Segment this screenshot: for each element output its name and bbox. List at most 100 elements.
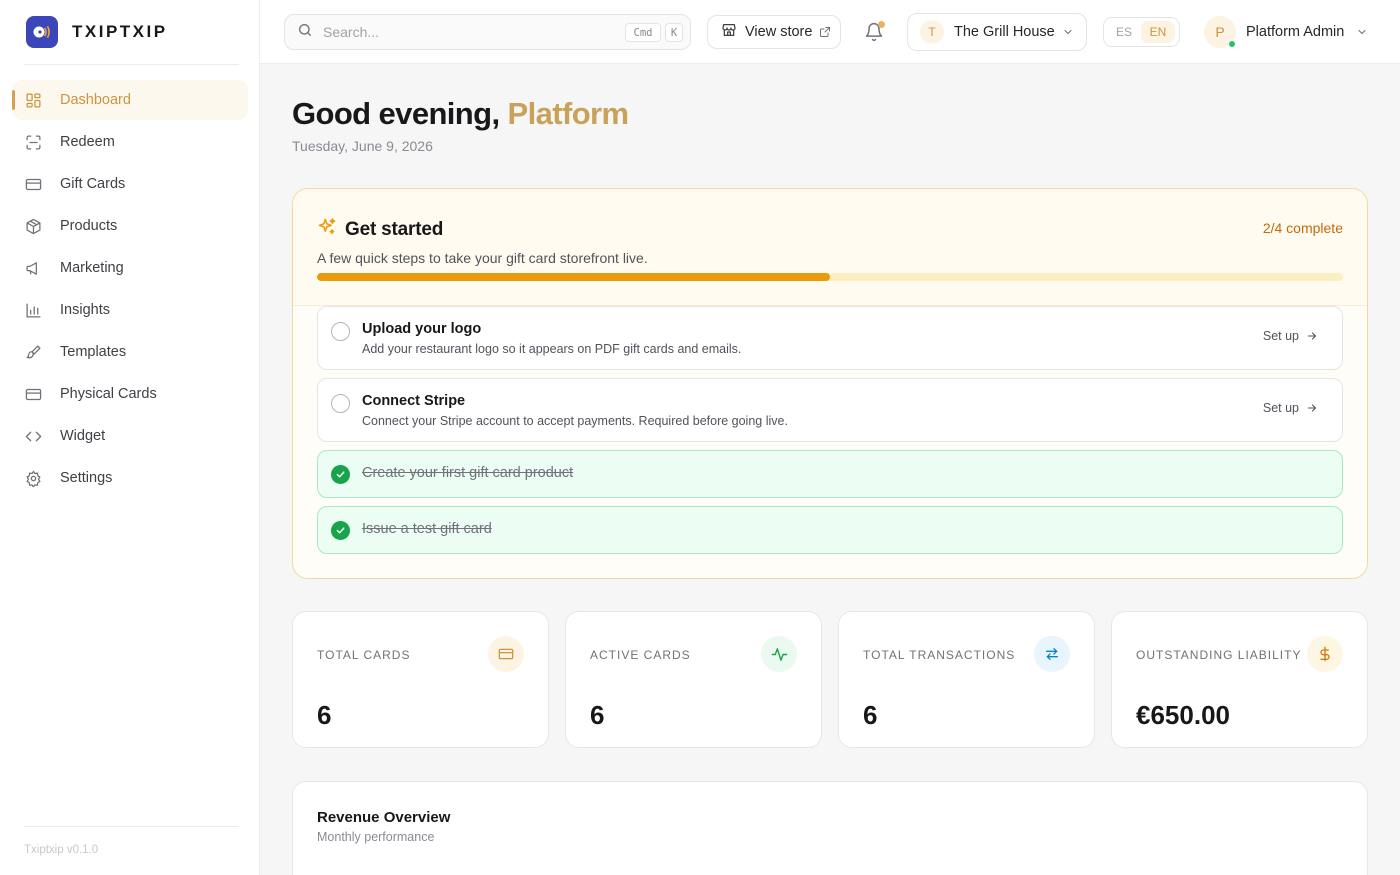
get-started-subtitle: A few quick steps to take your gift card… [317,250,648,266]
sidebar-item-label: Redeem [60,134,115,150]
greeting-prefix: Good evening, [292,96,500,131]
paintbrush-icon [24,343,42,361]
sidebar-item-label: Products [60,218,118,234]
notification-dot [878,21,885,28]
step-create-product: Create your first gift card product [317,450,1343,498]
search-input[interactable] [323,24,613,40]
language-switcher: ES EN [1103,17,1180,47]
avatar-initial: P [1215,24,1225,40]
dollar-icon [1307,636,1343,672]
sidebar-item-products[interactable]: Products [12,206,248,246]
online-status-dot [1228,40,1236,48]
get-started-card: Get started 2/4 complete A few quick ste… [292,188,1368,579]
stat-card-total-cards: TOTAL CARDS 6 [292,611,549,748]
sidebar-item-insights[interactable]: Insights [12,290,248,330]
progress-status: 2/4 complete [1262,220,1343,236]
search-box[interactable]: Cmd K [284,14,691,50]
sidebar-item-gift-cards[interactable]: Gift Cards [12,164,248,204]
greeting-name: Platform [507,96,630,131]
sidebar-item-label: Marketing [60,260,124,276]
brand[interactable]: TXIPTXIP [26,16,168,48]
user-menu[interactable]: P Platform Admin [1204,16,1368,48]
stat-value: 6 [863,700,878,730]
sidebar-item-physical-cards[interactable]: Physical Cards [12,374,248,414]
revenue-title: Revenue Overview [317,809,451,826]
language-option-es[interactable]: ES [1107,21,1141,43]
shortcut-key-k: K [665,23,683,42]
step-title: Issue a test gift card [362,521,492,537]
package-icon [24,217,42,235]
sidebar: TXIPTXIP Dashboard Redeem Gift Cards Pro… [0,0,260,875]
setup-label: Set up [1262,329,1299,343]
stat-label: TOTAL TRANSACTIONS [863,648,1016,662]
get-started-title: Get started [317,217,443,242]
sidebar-item-label: Physical Cards [60,386,157,402]
step-issue-test-card: Issue a test gift card [317,506,1343,554]
sidebar-item-templates[interactable]: Templates [12,332,248,372]
sidebar-item-label: Widget [60,428,106,444]
venue-avatar: T [920,20,944,44]
setup-link[interactable]: Set up [1263,329,1318,343]
step-description: Connect your Stripe account to accept pa… [362,414,788,428]
step-connect-stripe[interactable]: Connect Stripe Connect your Stripe accou… [317,378,1343,442]
step-title: Create your first gift card product [362,465,574,481]
progress-bar [317,273,1343,281]
view-store-label: View store [745,24,813,40]
external-link-icon [819,26,831,38]
progress-bar-fill [317,273,830,281]
stat-label: OUTSTANDING LIABILITY [1136,648,1302,662]
avatar: P [1204,16,1236,48]
stat-card-total-transactions: TOTAL TRANSACTIONS 6 [838,611,1095,748]
stat-value: 6 [317,700,332,730]
check-circle-icon [331,465,350,484]
chevron-down-icon [1356,26,1368,38]
activity-icon [761,636,797,672]
stat-value: 6 [590,700,605,730]
divider [24,64,239,65]
code-icon [24,427,42,445]
revenue-subtitle: Monthly performance [317,830,435,844]
sidebar-item-widget[interactable]: Widget [12,416,248,456]
venue-name: The Grill House [954,24,1055,40]
step-upload-logo[interactable]: Upload your logo Add your restaurant log… [317,306,1343,370]
arrows-swap-icon [1034,636,1070,672]
language-option-en[interactable]: EN [1141,21,1175,43]
dashboard-icon [24,91,42,109]
sidebar-item-label: Settings [60,470,113,486]
divider [24,826,239,827]
sidebar-item-marketing[interactable]: Marketing [12,248,248,288]
unchecked-circle-icon [331,394,350,413]
page-title: Good evening, Platform [292,96,630,132]
gear-icon [24,469,42,487]
view-store-button[interactable]: View store [707,15,841,49]
app-version: Txiptxip v0.1.0 [24,844,99,856]
step-title: Upload your logo [362,321,482,337]
get-started-heading: Get started [345,218,444,240]
arrow-right-icon [1306,330,1318,342]
chevron-down-icon [1062,26,1074,42]
sidebar-item-label: Dashboard [60,92,131,108]
brand-name: TXIPTXIP [72,22,168,41]
get-started-header: Get started 2/4 complete A few quick ste… [293,189,1367,306]
megaphone-icon [24,259,42,277]
sidebar-item-label: Gift Cards [60,176,126,192]
current-date: Tuesday, June 9, 2026 [292,138,433,154]
notifications-button[interactable] [863,20,887,44]
setup-link[interactable]: Set up [1263,401,1318,415]
stat-card-active-cards: ACTIVE CARDS 6 [565,611,822,748]
check-circle-icon [331,521,350,540]
sidebar-item-settings[interactable]: Settings [12,458,248,498]
topbar: Cmd K View store T The Grill House ES EN… [260,0,1400,64]
bar-chart-icon [24,301,42,319]
unchecked-circle-icon [331,322,350,341]
sparkles-icon [317,217,337,242]
sidebar-item-redeem[interactable]: Redeem [12,122,248,162]
setup-label: Set up [1262,401,1299,415]
user-name: Platform Admin [1246,24,1345,40]
step-title: Connect Stripe [362,393,466,409]
shortcut-key-cmd: Cmd [625,23,661,42]
sidebar-item-dashboard[interactable]: Dashboard [12,80,248,120]
venue-selector[interactable]: T The Grill House [907,13,1087,51]
sidebar-item-label: Insights [60,302,110,318]
sidebar-item-label: Templates [60,344,127,360]
